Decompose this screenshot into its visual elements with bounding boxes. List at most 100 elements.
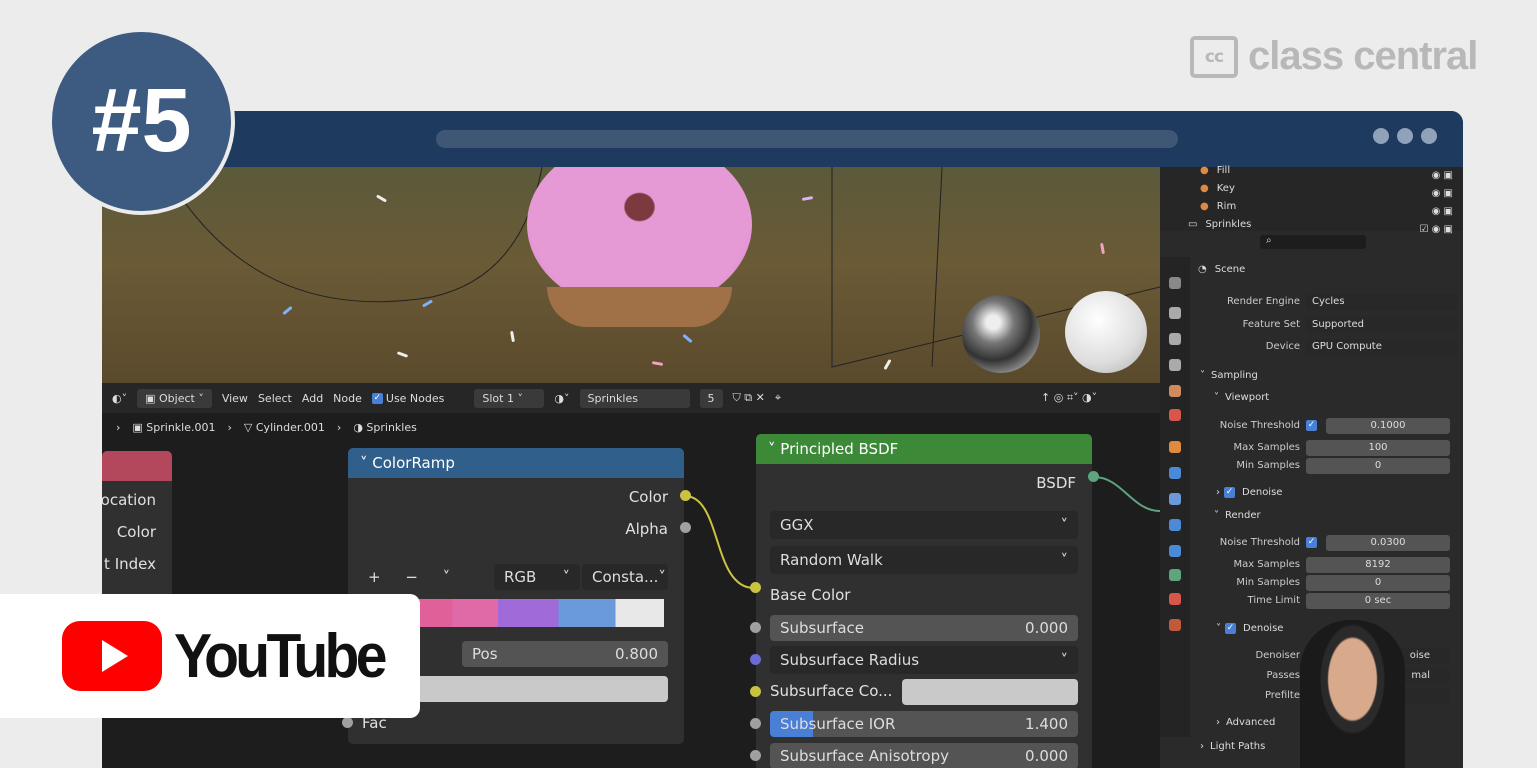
viewport-noise-label: Noise Threshold	[1219, 420, 1300, 431]
bsdf-output-label: BSDF	[1036, 474, 1076, 492]
socket-alpha-out[interactable]	[680, 522, 691, 533]
distribution-select[interactable]: GGX ˅	[770, 511, 1078, 539]
view-layer-tab-icon[interactable]	[1169, 359, 1181, 371]
render-min-field[interactable]: 0	[1306, 575, 1450, 591]
socket-bsdf-out[interactable]	[1088, 471, 1099, 482]
material-icon[interactable]: ◑˅	[554, 392, 569, 405]
colorramp-pos-field[interactable]: Pos 0.800	[462, 641, 668, 667]
texture-tab-icon[interactable]	[1169, 619, 1181, 631]
chevron-down-icon: ˅	[1060, 551, 1069, 569]
device-select[interactable]: GPU Compute	[1306, 339, 1458, 355]
render-engine-select[interactable]: Cycles	[1306, 294, 1458, 310]
light-paths-panel-header[interactable]: › Light Paths	[1200, 741, 1265, 752]
outliner-item-rim[interactable]: ● Rim	[1200, 201, 1236, 212]
outliner-rim-label: Rim	[1216, 201, 1237, 212]
left-node[interactable]: ocation Color t Index	[102, 451, 172, 601]
checkbox-icon: ✓	[1225, 623, 1236, 634]
render-noise-field[interactable]: 0.0300	[1326, 535, 1450, 551]
socket-color-out[interactable]	[680, 490, 691, 501]
outliner-item-sprinkles[interactable]: ▭ Sprinkles	[1188, 219, 1251, 230]
advanced-panel-header[interactable]: › Advanced	[1216, 717, 1275, 728]
fake-user-icon[interactable]: ⛉ ⧉ ✕	[733, 391, 765, 405]
particles-tab-icon[interactable]	[1169, 493, 1181, 505]
socket-subsurface-radius[interactable]	[750, 654, 761, 665]
breadcrumb-mesh[interactable]: ▽ Cylinder.001	[244, 421, 325, 434]
feature-set-select[interactable]: Supported	[1306, 317, 1458, 333]
window-dot-icon[interactable]	[1397, 128, 1413, 144]
white-sphere	[1065, 291, 1147, 373]
mode-select[interactable]: ▣ Object ˅	[137, 388, 212, 408]
subsurface-label: Subsurface	[780, 619, 864, 637]
properties-search[interactable]: ⌕	[1260, 235, 1366, 249]
subsurface-aniso-label: Subsurface Anisotropy	[780, 747, 949, 765]
colorramp-interp-select[interactable]: Consta... ˅	[582, 564, 668, 590]
socket-subsurface-ior[interactable]	[750, 718, 761, 729]
visibility-icons[interactable]: ◉ ▣ ◉ ▣ ◉ ▣ ☑ ◉ ▣	[1420, 167, 1454, 239]
editor-type-icon[interactable]: ◐˅	[112, 392, 127, 405]
render-subpanel-header[interactable]: ˅ Render	[1214, 510, 1261, 521]
address-bar[interactable]	[436, 130, 1178, 148]
principled-bsdf-node[interactable]: ˅ Principled BSDF BSDF GGX ˅ Random Walk ˅…	[756, 434, 1092, 768]
pin-icon[interactable]: ⌖	[775, 391, 781, 405]
physics-tab-icon[interactable]	[1169, 519, 1181, 531]
subsurface-method-select[interactable]: Random Walk ˅	[770, 546, 1078, 574]
socket-subsurface-aniso[interactable]	[750, 750, 761, 761]
checkbox-icon[interactable]: ✓	[1306, 537, 1317, 548]
subsurface-radius-select[interactable]: Subsurface Radius ˅	[770, 646, 1078, 674]
checkbox-icon[interactable]: ✓	[1306, 420, 1317, 431]
object-tab-icon[interactable]	[1169, 441, 1181, 453]
socket-subsurface[interactable]	[750, 622, 761, 633]
modifier-tab-icon[interactable]	[1169, 467, 1181, 479]
distribution-label: GGX	[780, 516, 814, 534]
colorramp-header[interactable]: ˅ ColorRamp	[348, 448, 684, 478]
world-tab-icon[interactable]	[1169, 409, 1181, 421]
output-index-label: t Index	[104, 555, 156, 573]
render-max-field[interactable]: 8192	[1306, 557, 1450, 573]
subsurface-field[interactable]: Subsurface 0.000	[770, 615, 1078, 641]
window-dot-icon[interactable]	[1421, 128, 1437, 144]
scene-tab-icon[interactable]	[1169, 385, 1181, 397]
colorramp-mode-select[interactable]: RGB ˅	[494, 564, 580, 590]
bsdf-header[interactable]: ˅ Principled BSDF	[756, 434, 1092, 464]
constraints-tab-icon[interactable]	[1169, 545, 1181, 557]
viewport-min-field[interactable]: 0	[1306, 458, 1450, 474]
sampling-panel-header[interactable]: ˅ Sampling	[1200, 370, 1258, 381]
socket-fac-in[interactable]	[342, 717, 353, 728]
window-controls	[1373, 128, 1437, 144]
render-denoise-toggle[interactable]: ˅ ✓ Denoise	[1216, 623, 1283, 634]
outliner-item-key[interactable]: ● Key	[1200, 183, 1235, 194]
render-min-label: Min Samples	[1236, 577, 1300, 588]
data-tab-icon[interactable]	[1169, 569, 1181, 581]
subsurface-ior-field[interactable]: Subsurface IOR 1.400	[770, 711, 1078, 737]
breadcrumb-object[interactable]: ▣ Sprinkle.001	[132, 421, 215, 434]
use-nodes-toggle[interactable]: ✓ Use Nodes	[371, 392, 444, 405]
viewport-max-label: Max Samples	[1233, 442, 1300, 453]
outliner-item-fill[interactable]: ● Fill	[1200, 165, 1230, 176]
tool-tab-icon[interactable]	[1169, 277, 1181, 289]
overlay-icons[interactable]: ↑ ◎ ⌗˅ ◑˅	[1041, 391, 1097, 405]
denoiser-label: Denoiser	[1255, 650, 1300, 661]
3d-viewport[interactable]	[102, 167, 1160, 383]
colorramp-tools[interactable]: + − ˅	[368, 568, 460, 586]
menu-view[interactable]: View	[222, 392, 248, 405]
socket-base-color[interactable]	[750, 582, 761, 593]
menu-node[interactable]: Node	[333, 392, 362, 405]
menu-add[interactable]: Add	[302, 392, 323, 405]
episode-badge: #5	[48, 28, 235, 215]
material-tab-icon[interactable]	[1169, 593, 1181, 605]
socket-subsurface-color[interactable]	[750, 686, 761, 697]
output-tab-icon[interactable]	[1169, 333, 1181, 345]
time-limit-field[interactable]: 0 sec	[1306, 593, 1450, 609]
viewport-subpanel-header[interactable]: ˅ Viewport	[1214, 392, 1269, 403]
viewport-noise-field[interactable]: 0.1000	[1326, 418, 1450, 434]
slot-select[interactable]: Slot 1 ˅	[474, 388, 545, 408]
subsurface-aniso-field[interactable]: Subsurface Anisotropy 0.000	[770, 743, 1078, 768]
window-dot-icon[interactable]	[1373, 128, 1389, 144]
render-tab-icon[interactable]	[1169, 307, 1181, 319]
material-name-field[interactable]: Sprinkles	[579, 388, 690, 408]
breadcrumb-material[interactable]: ◑ Sprinkles	[353, 421, 417, 434]
menu-select[interactable]: Select	[258, 392, 292, 405]
subsurface-color-swatch[interactable]	[902, 679, 1078, 705]
viewport-denoise-toggle[interactable]: › ✓ Denoise	[1216, 487, 1282, 498]
viewport-max-field[interactable]: 100	[1306, 440, 1450, 456]
